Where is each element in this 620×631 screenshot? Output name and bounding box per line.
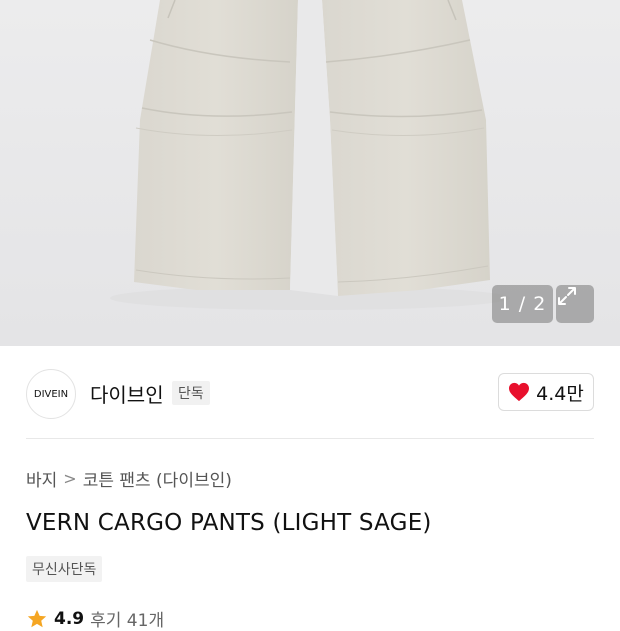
breadcrumb: 바지 > 코튼 팬츠 (다이브인) bbox=[26, 466, 232, 491]
star-icon bbox=[27, 609, 47, 627]
product-title: VERN CARGO PANTS (LIGHT SAGE) bbox=[26, 510, 432, 536]
brand-row: DIVEIN 다이브인 단독 4.4만 bbox=[0, 346, 620, 438]
review-count[interactable]: 후기 41개 bbox=[90, 606, 164, 631]
divider bbox=[26, 438, 594, 439]
image-counter: 1 / 2 bbox=[492, 285, 553, 323]
heart-icon bbox=[509, 382, 530, 402]
like-button[interactable]: 4.4만 bbox=[498, 373, 594, 411]
like-count: 4.4만 bbox=[536, 382, 584, 405]
brand-name[interactable]: 다이브인 bbox=[90, 379, 164, 408]
chevron-right-icon: > bbox=[63, 469, 77, 488]
rating-summary[interactable]: 4.9 후기 41개 bbox=[26, 606, 164, 631]
expand-button[interactable] bbox=[556, 285, 594, 323]
exclusive-badge: 무신사단독 bbox=[26, 556, 103, 582]
rating-score: 4.9 bbox=[54, 608, 85, 629]
expand-arrows-icon bbox=[558, 287, 576, 305]
product-image-gallery[interactable]: 1 / 2 bbox=[0, 0, 620, 346]
brand-exclusive-tag: 단독 bbox=[172, 381, 210, 405]
breadcrumb-item-category[interactable]: 바지 bbox=[26, 466, 57, 491]
breadcrumb-item-subcategory[interactable]: 코튼 팬츠 (다이브인) bbox=[83, 466, 232, 491]
brand-logo[interactable]: DIVEIN bbox=[26, 369, 76, 419]
brand-logo-text: DIVEIN bbox=[33, 388, 69, 400]
